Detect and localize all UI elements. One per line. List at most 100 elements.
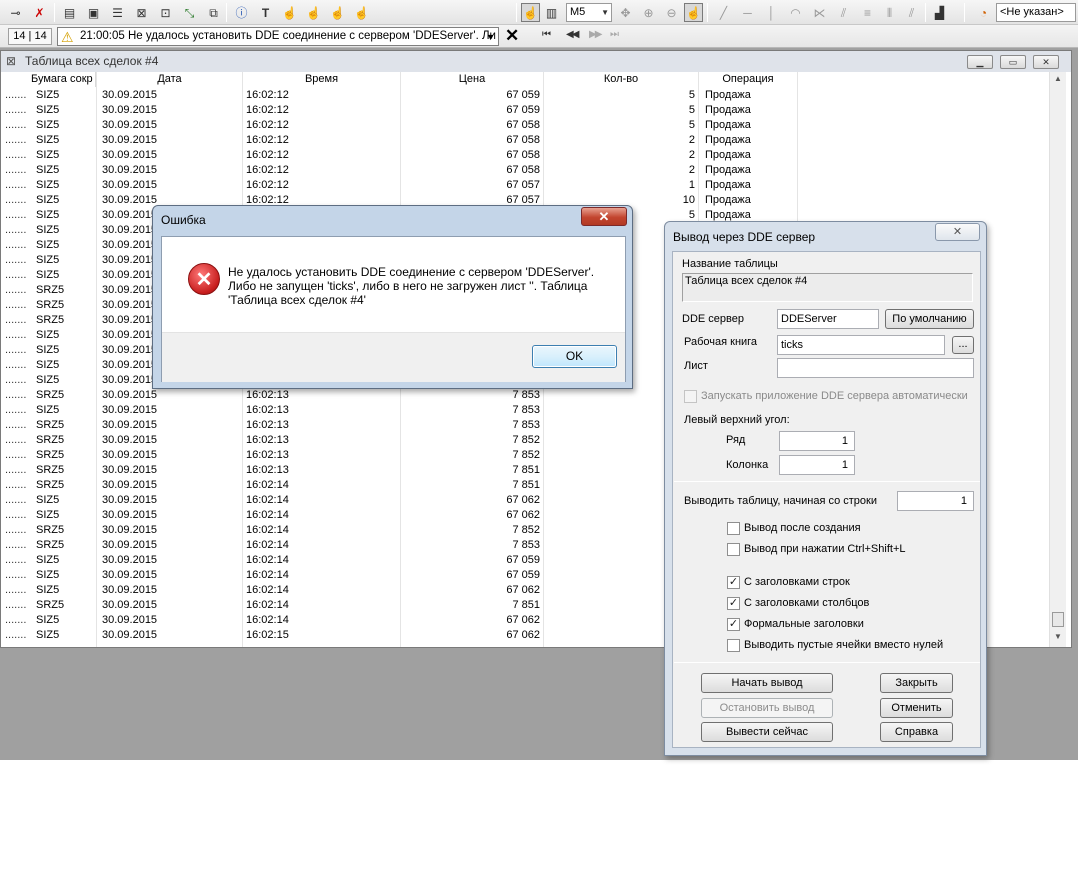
stop-output-button[interactable]: Остановить вывод (701, 698, 833, 718)
stop-hand-icon[interactable]: ☝ (352, 3, 371, 22)
cell-security: SIZ5 (36, 614, 60, 626)
restore-button[interactable]: ▭ (1000, 55, 1026, 69)
arc-tool-icon[interactable]: ◠ (786, 3, 805, 22)
cell-security: SIZ5 (36, 569, 60, 581)
clear-messages-icon[interactable]: ✕ (505, 26, 519, 46)
cell-price: 7 853 (512, 419, 540, 431)
export-icon[interactable]: ⤡ (180, 3, 199, 22)
message-combo[interactable]: ⚠ 21:00:05 Не удалось установить DDE сое… (57, 27, 499, 46)
column-header-time[interactable]: Время (243, 72, 401, 87)
scroll-up-icon[interactable]: ▲ (1054, 74, 1062, 83)
quotes-icon[interactable]: ▣ (84, 3, 103, 22)
hotkey-checkbox[interactable] (727, 543, 740, 556)
dde-close-button[interactable]: ✕ (935, 223, 980, 241)
class-select[interactable]: <Не указан> (996, 3, 1076, 22)
column-header-price[interactable]: Цена (401, 72, 544, 87)
text-tool-icon[interactable]: T (256, 3, 275, 22)
chart-bars-icon[interactable]: ▥ (542, 3, 561, 22)
chart-type-icon[interactable]: ◔ (974, 3, 993, 22)
output-now-button[interactable]: Вывести сейчас (701, 722, 833, 742)
last-message-icon[interactable]: ⏭ (610, 29, 619, 40)
next-message-icon[interactable]: ▶▶ (589, 29, 602, 40)
table-window-titlebar[interactable]: ⊠ Таблица всех сделок #4 ▁ ▭ ✕ (1, 51, 1071, 72)
hand-tool-icon[interactable]: ☝ (280, 3, 299, 22)
column-input[interactable]: 1 (779, 455, 855, 475)
table-row[interactable]: ....... SIZ5 30.09.2015 16:02:12 67 057 1 Прод… (1, 178, 1049, 193)
channel-tool-icon[interactable]: ⫽ (834, 3, 853, 22)
default-button[interactable]: По умолчанию (885, 309, 974, 329)
after-create-checkbox[interactable] (727, 522, 740, 535)
row-input[interactable]: 1 (779, 431, 855, 451)
warning-icon: ⚠ (61, 29, 74, 45)
autostart-checkbox[interactable] (684, 390, 697, 403)
trend-tool-icon[interactable]: ⫽ (902, 3, 921, 22)
cell-date: 30.09.2015 (102, 179, 158, 191)
close-button[interactable]: ✕ (1033, 55, 1059, 69)
cell-date: 30.09.2015 (102, 449, 158, 461)
cell-security: SIZ5 (36, 344, 60, 356)
ok-button[interactable]: OK (532, 345, 617, 368)
table-row[interactable]: ....... SIZ5 30.09.2015 16:02:12 67 058 2 Прод… (1, 133, 1049, 148)
column-header-security[interactable]: Бумага сокр (31, 72, 96, 87)
column-header-operation[interactable]: Операция (699, 72, 798, 87)
interval-select[interactable]: M5 ▼ (566, 3, 612, 22)
table-row[interactable]: ....... SIZ5 30.09.2015 16:02:12 67 058 2 Прод… (1, 163, 1049, 178)
vertical-line-icon[interactable]: │ (762, 3, 781, 22)
zoom-in-icon[interactable]: ⊕ (639, 3, 658, 22)
error-dialog-footer: OK (162, 332, 625, 382)
browse-button[interactable]: ... (952, 336, 974, 354)
connect-icon[interactable]: ⊸ (6, 3, 25, 22)
column-header-qty[interactable]: Кол-во (544, 72, 699, 87)
grid-tool-icon[interactable]: ⦀ (880, 3, 899, 22)
scroll-down-icon[interactable]: ▼ (1054, 632, 1062, 641)
disconnect-icon[interactable]: ✗ (30, 3, 49, 22)
portfolio-icon[interactable]: ⧉ (204, 3, 223, 22)
cell-time: 16:02:15 (246, 629, 289, 641)
cancel-button[interactable]: Отменить (880, 698, 953, 718)
info-icon[interactable]: ⓘ (232, 3, 251, 22)
chevron-down-icon: ▼ (601, 8, 609, 17)
workbook-input[interactable]: ticks (777, 335, 945, 355)
trades-table-icon[interactable]: ☰ (108, 3, 127, 22)
cell-price: 67 058 (506, 134, 540, 146)
prev-message-icon[interactable]: ◀◀ (566, 29, 579, 40)
class-value: <Не указан> (1000, 6, 1064, 18)
pointer-tool-icon[interactable]: ☝ (521, 3, 540, 22)
help-button[interactable]: Справка (880, 722, 953, 742)
indicator-icon[interactable]: ▟ (930, 3, 949, 22)
row-headers-checkbox[interactable]: ✓ (727, 576, 740, 589)
fibonacci-icon[interactable]: ≡ (858, 3, 877, 22)
close-dialog-button[interactable]: Закрыть (880, 673, 953, 693)
cell-security: SIZ5 (36, 209, 60, 221)
formal-headers-checkbox[interactable]: ✓ (727, 618, 740, 631)
line-tool-icon[interactable]: ╱ (714, 3, 733, 22)
current-values-table-icon[interactable]: ▤ (60, 3, 79, 22)
table-row[interactable]: ....... SIZ5 30.09.2015 16:02:12 67 058 5 Прод… (1, 118, 1049, 133)
start-row-input[interactable]: 1 (897, 491, 974, 511)
horizontal-line-icon[interactable]: ─ (738, 3, 757, 22)
move-icon[interactable]: ✥ (616, 3, 635, 22)
minimize-button[interactable]: ▁ (967, 55, 993, 69)
cell-security: SIZ5 (36, 374, 60, 386)
fan-tool-icon[interactable]: ⋉ (810, 3, 829, 22)
scrollbar-thumb[interactable] (1052, 612, 1064, 627)
table-row[interactable]: ....... SIZ5 30.09.2015 16:02:12 67 059 5 Прод… (1, 103, 1049, 118)
dde-server-input[interactable]: DDEServer (777, 309, 879, 329)
vertical-scrollbar[interactable]: ▲ ▼ (1049, 72, 1066, 647)
table-row[interactable]: ....... SIZ5 30.09.2015 16:02:12 67 059 5 Прод… (1, 88, 1049, 103)
toolbar-separator (54, 3, 55, 22)
col-headers-checkbox[interactable]: ✓ (727, 597, 740, 610)
table-row[interactable]: ....... SIZ5 30.09.2015 16:02:12 67 058 2 Прод… (1, 148, 1049, 163)
table-all-trades-icon[interactable]: ⊠ (132, 3, 151, 22)
row-marker: ....... (5, 479, 27, 491)
hand-pan-icon[interactable]: ☝ (684, 3, 703, 22)
column-header-date[interactable]: Дата (97, 72, 243, 87)
zoom-out-icon[interactable]: ⊖ (662, 3, 681, 22)
cell-time: 16:02:13 (246, 389, 289, 401)
search-table-icon[interactable]: ⊡ (156, 3, 175, 22)
empty-cells-checkbox[interactable] (727, 639, 740, 652)
error-close-button[interactable]: ✕ (581, 207, 627, 226)
first-message-icon[interactable]: ⏮ (542, 29, 551, 40)
sheet-input[interactable] (777, 358, 974, 378)
start-output-button[interactable]: Начать вывод (701, 673, 833, 693)
